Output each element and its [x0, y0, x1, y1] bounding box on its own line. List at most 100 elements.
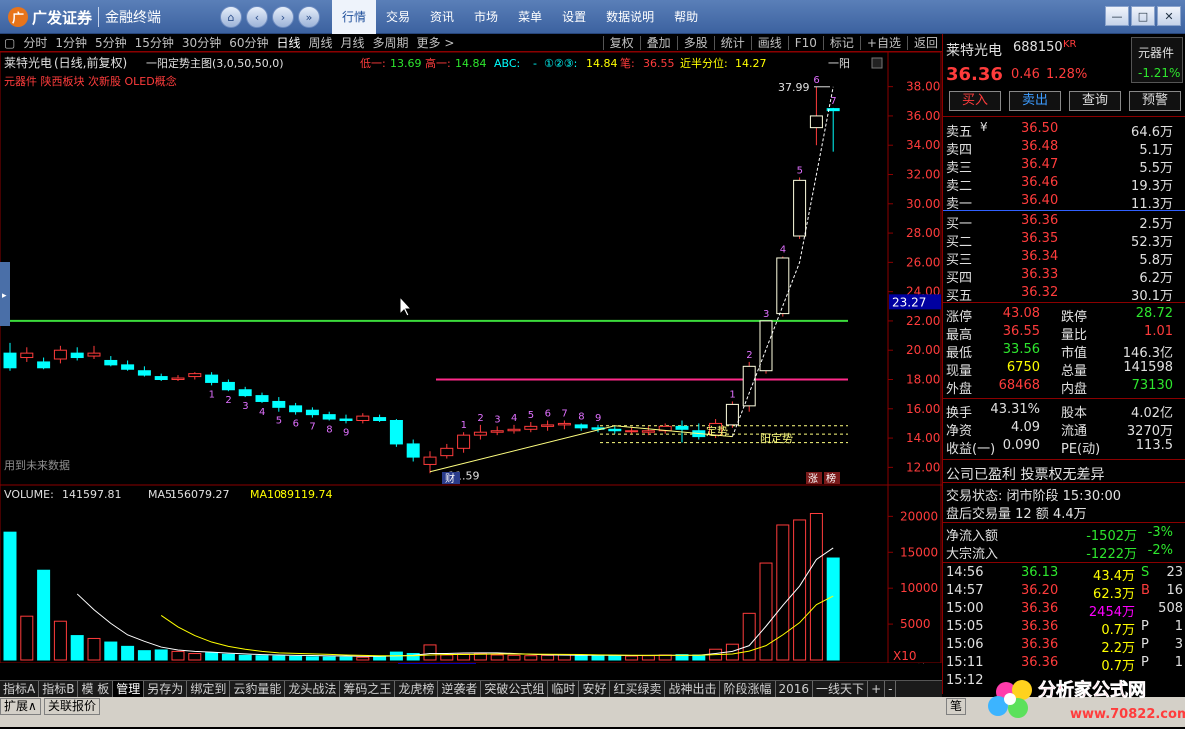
kline-chart[interactable]: 莱特光电 (日线,前复权) 一阳定势主图(3,0,50,50,0) 低一: 13.69 高… [0, 52, 942, 664]
tool-4[interactable]: 画线 [754, 34, 786, 51]
indicator-tab-18[interactable]: 一线天下 [813, 681, 869, 697]
indicator-tab-16[interactable]: 阶段涨幅 [720, 681, 776, 697]
menu-item-2[interactable]: 资讯 [420, 0, 464, 34]
back-icon[interactable]: ‹ [246, 6, 268, 28]
watermark: 分析家公式网 www.70822.com [978, 668, 1185, 726]
expand-button[interactable]: 扩展∧ [0, 698, 41, 715]
concept-tags: 元器件 陕西板块 次新股 OLED概念 [4, 74, 177, 88]
menu-item-5[interactable]: 设置 [552, 0, 596, 34]
volume-bar [557, 654, 571, 661]
period-6[interactable]: 日线 [272, 34, 304, 51]
count-label: 8 [326, 425, 332, 436]
tool-5[interactable]: F10 [791, 36, 821, 50]
indicator-tab-20[interactable]: - [885, 681, 897, 697]
expand-icon[interactable] [871, 57, 883, 69]
price-axis-label: 14.00 [906, 431, 940, 445]
chevron-right-icon[interactable]: ▸ [2, 291, 7, 301]
period-9[interactable]: 多周期 [369, 34, 413, 51]
menu-item-3[interactable]: 市场 [464, 0, 508, 34]
indicator-tab-15[interactable]: 战神出击 [665, 681, 721, 697]
period-8[interactable]: 月线 [337, 34, 369, 51]
trade-button-1[interactable]: 卖出 [1009, 91, 1061, 111]
menu-item-0[interactable]: 行情 [332, 0, 377, 34]
period-5[interactable]: 60分钟 [225, 34, 272, 51]
indicator-tab-0[interactable]: 指标A [0, 681, 40, 697]
indicator-tab-3[interactable]: 管理 [113, 681, 145, 697]
period-7[interactable]: 周线 [305, 34, 337, 51]
sector-box[interactable]: 元器件 -1.21% [1131, 37, 1183, 83]
maximize-button[interactable]: □ [1131, 6, 1155, 26]
forward-icon[interactable]: › [272, 6, 294, 28]
kline-chart-area[interactable]: 莱特光电 (日线,前复权) 一阳定势主图(3,0,50,50,0) 低一: 13.69 高… [0, 52, 942, 664]
tick-count-4: 3 [1174, 637, 1183, 652]
indicator-tab-5[interactable]: 绑定到 [187, 681, 231, 697]
volume-value: 141597.81 [62, 488, 122, 501]
count-label: 6 [545, 409, 551, 420]
tick-time-3: 15:05 [946, 619, 984, 634]
minimize-button[interactable]: — [1105, 6, 1129, 26]
collapse-icon[interactable]: » [298, 6, 320, 28]
trade-button-0[interactable]: 买入 [949, 91, 1001, 111]
indicator-tab-1[interactable]: 指标B [39, 681, 79, 697]
count-label: 2 [746, 350, 752, 361]
stat2-value-a-2: 0.090 [1002, 438, 1040, 453]
volume-bar [289, 655, 303, 661]
tool-8[interactable]: 返回 [910, 34, 942, 51]
period-1[interactable]: 1分钟 [51, 34, 91, 51]
tick-price-4: 36.36 [1021, 637, 1059, 652]
tool-1[interactable]: 叠加 [643, 34, 675, 51]
close-button[interactable]: ✕ [1157, 6, 1181, 26]
indicator-tab-4[interactable]: 另存为 [144, 681, 188, 697]
ask-label-0: 卖五 [946, 125, 973, 140]
candle [423, 456, 437, 465]
candle [490, 430, 504, 433]
indicator-tab-17[interactable]: 2016 [776, 681, 814, 697]
volume-bar [272, 655, 286, 661]
tool-3[interactable]: 统计 [717, 34, 749, 51]
related-quote-button[interactable]: 关联报价 [44, 698, 101, 715]
indicator-tab-8[interactable]: 筹码之王 [340, 681, 396, 697]
indicator-tab-13[interactable]: 安好 [579, 681, 611, 697]
candle [641, 430, 655, 433]
menu-item-4[interactable]: 菜单 [508, 0, 552, 34]
net-inflow-label: 净流入额 [946, 529, 999, 544]
volume-axis-label: 20000 [900, 509, 938, 523]
tool-2[interactable]: 多股 [680, 34, 712, 51]
count-label: 5 [528, 410, 534, 421]
indicator-tab-6[interactable]: 云豹量能 [230, 681, 286, 697]
menu-item-6[interactable]: 数据说明 [596, 0, 664, 34]
trade-button-2[interactable]: 查询 [1069, 91, 1121, 111]
volume-bar [305, 656, 319, 661]
period-3[interactable]: 15分钟 [131, 34, 178, 51]
tick-volume-4: 2.2万 [1101, 641, 1135, 656]
indicator-tab-12[interactable]: 临时 [548, 681, 580, 697]
period-0[interactable]: 分时 [19, 34, 51, 51]
indicator-tab-19[interactable]: + [868, 681, 886, 697]
volume-bar [20, 615, 34, 661]
candle [473, 431, 487, 436]
panel-divider [943, 116, 1185, 117]
trade-button-3[interactable]: 预警 [1129, 91, 1181, 111]
tool-0[interactable]: 复权 [606, 34, 638, 51]
period-2[interactable]: 5分钟 [91, 34, 131, 51]
indicator-tab-10[interactable]: 逆袭者 [438, 681, 482, 697]
volume-bar [37, 569, 51, 661]
indicator-tab-14[interactable]: 红买绿卖 [610, 681, 666, 697]
candle [221, 381, 235, 391]
volume-bar [742, 612, 756, 661]
tool-7[interactable]: +自选 [863, 34, 905, 51]
menu-item-7[interactable]: 帮助 [664, 0, 708, 34]
indicator-tab-7[interactable]: 龙头战法 [285, 681, 341, 697]
period-10[interactable]: 更多 > [413, 34, 459, 51]
volume-axis-label: 10000 [900, 581, 938, 595]
volume-bar [608, 655, 622, 661]
zhang-badge-text: 涨 [808, 473, 818, 485]
indicator-tab-11[interactable]: 突破公式组 [481, 681, 549, 697]
indicator-tab-2[interactable]: 模 板 [78, 681, 114, 697]
layout-icon[interactable]: ▢ [0, 36, 19, 50]
menu-item-1[interactable]: 交易 [376, 0, 420, 34]
tool-6[interactable]: 标记 [826, 34, 858, 51]
period-4[interactable]: 30分钟 [178, 34, 225, 51]
home-icon[interactable]: ⌂ [220, 6, 242, 28]
indicator-tab-9[interactable]: 龙虎榜 [395, 681, 439, 697]
